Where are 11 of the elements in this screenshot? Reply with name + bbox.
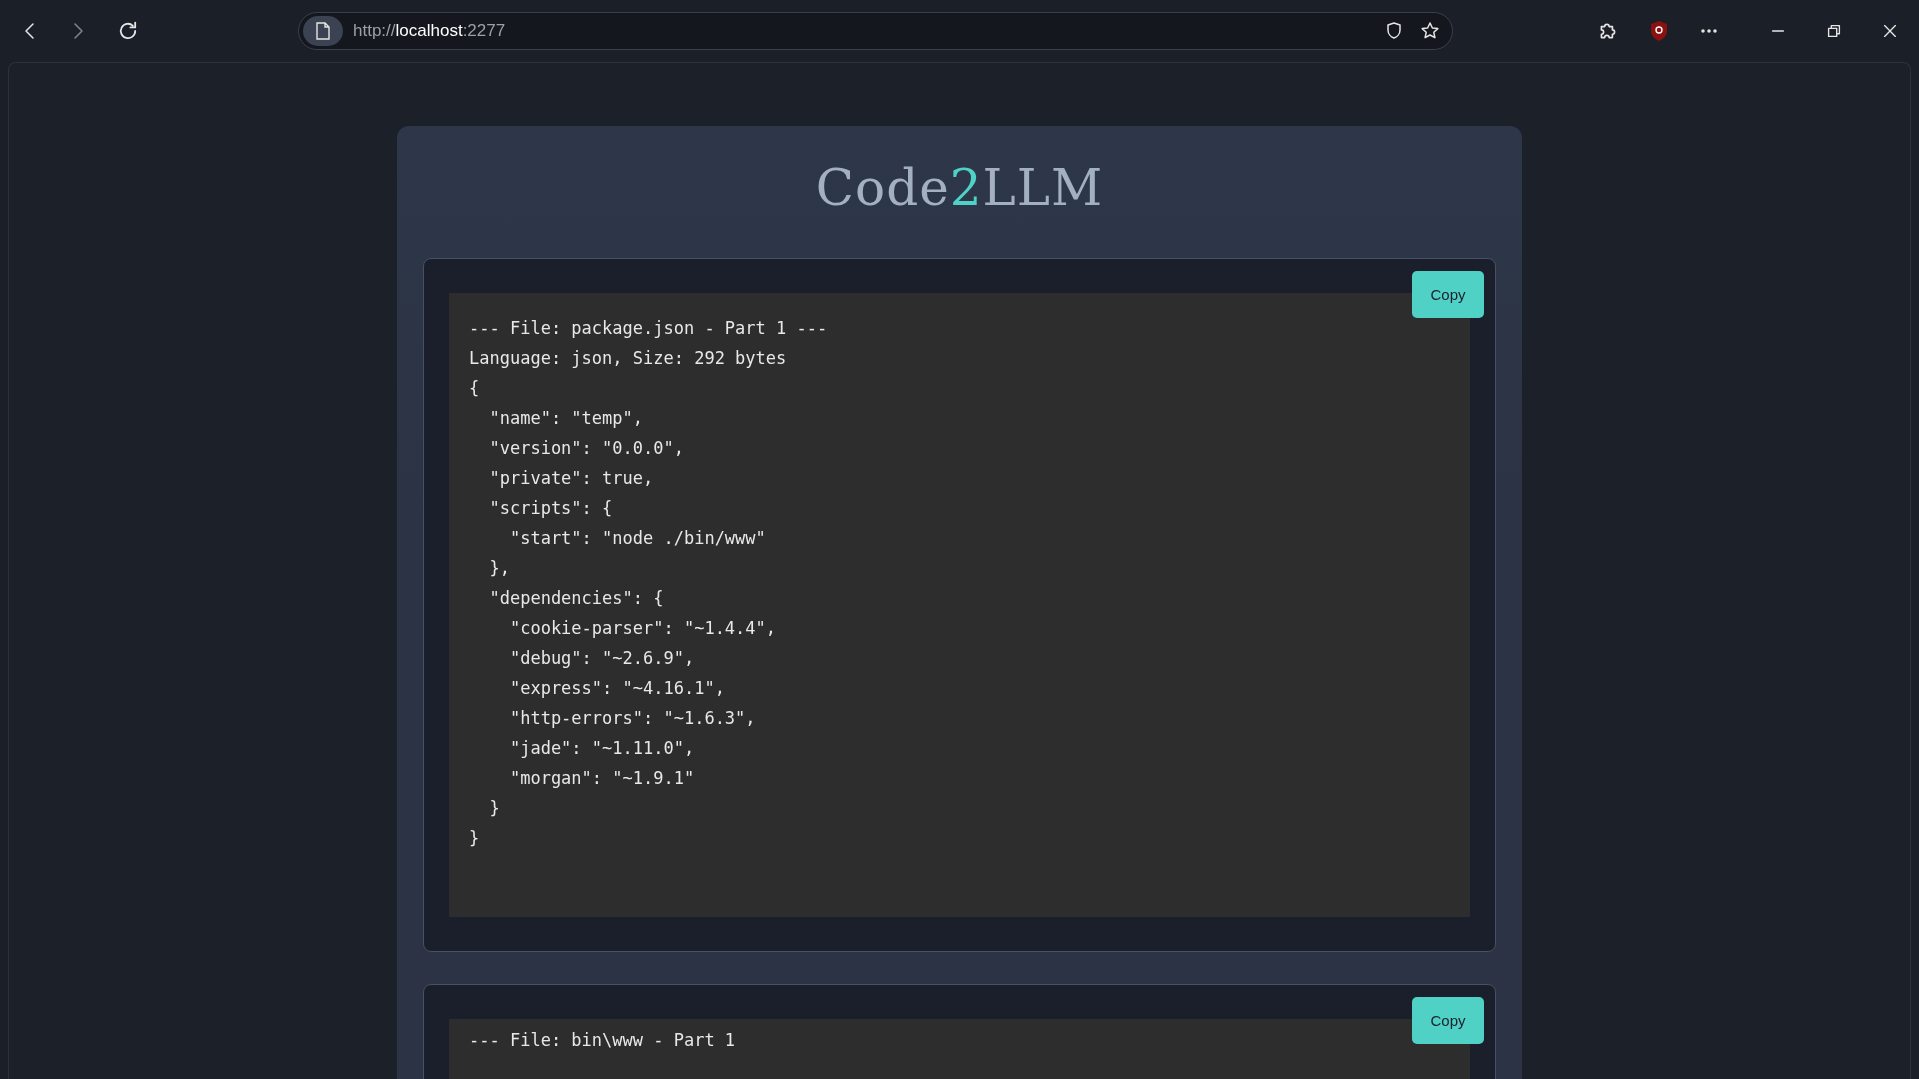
shield-icon[interactable] bbox=[1384, 21, 1404, 41]
url-text: http://localhost:2277 bbox=[353, 21, 507, 41]
copy-button[interactable]: Copy bbox=[1412, 997, 1484, 1044]
page-icon bbox=[303, 16, 343, 46]
close-icon[interactable] bbox=[1881, 22, 1899, 40]
shield-icon[interactable] bbox=[1649, 20, 1669, 42]
copy-button[interactable]: Copy bbox=[1412, 271, 1484, 318]
app-title: Code2LLM bbox=[814, 158, 1105, 219]
address-bar[interactable]: http://localhost:2277 bbox=[298, 12, 1453, 50]
restore-icon[interactable] bbox=[1825, 22, 1843, 40]
star-icon[interactable] bbox=[1420, 21, 1440, 41]
